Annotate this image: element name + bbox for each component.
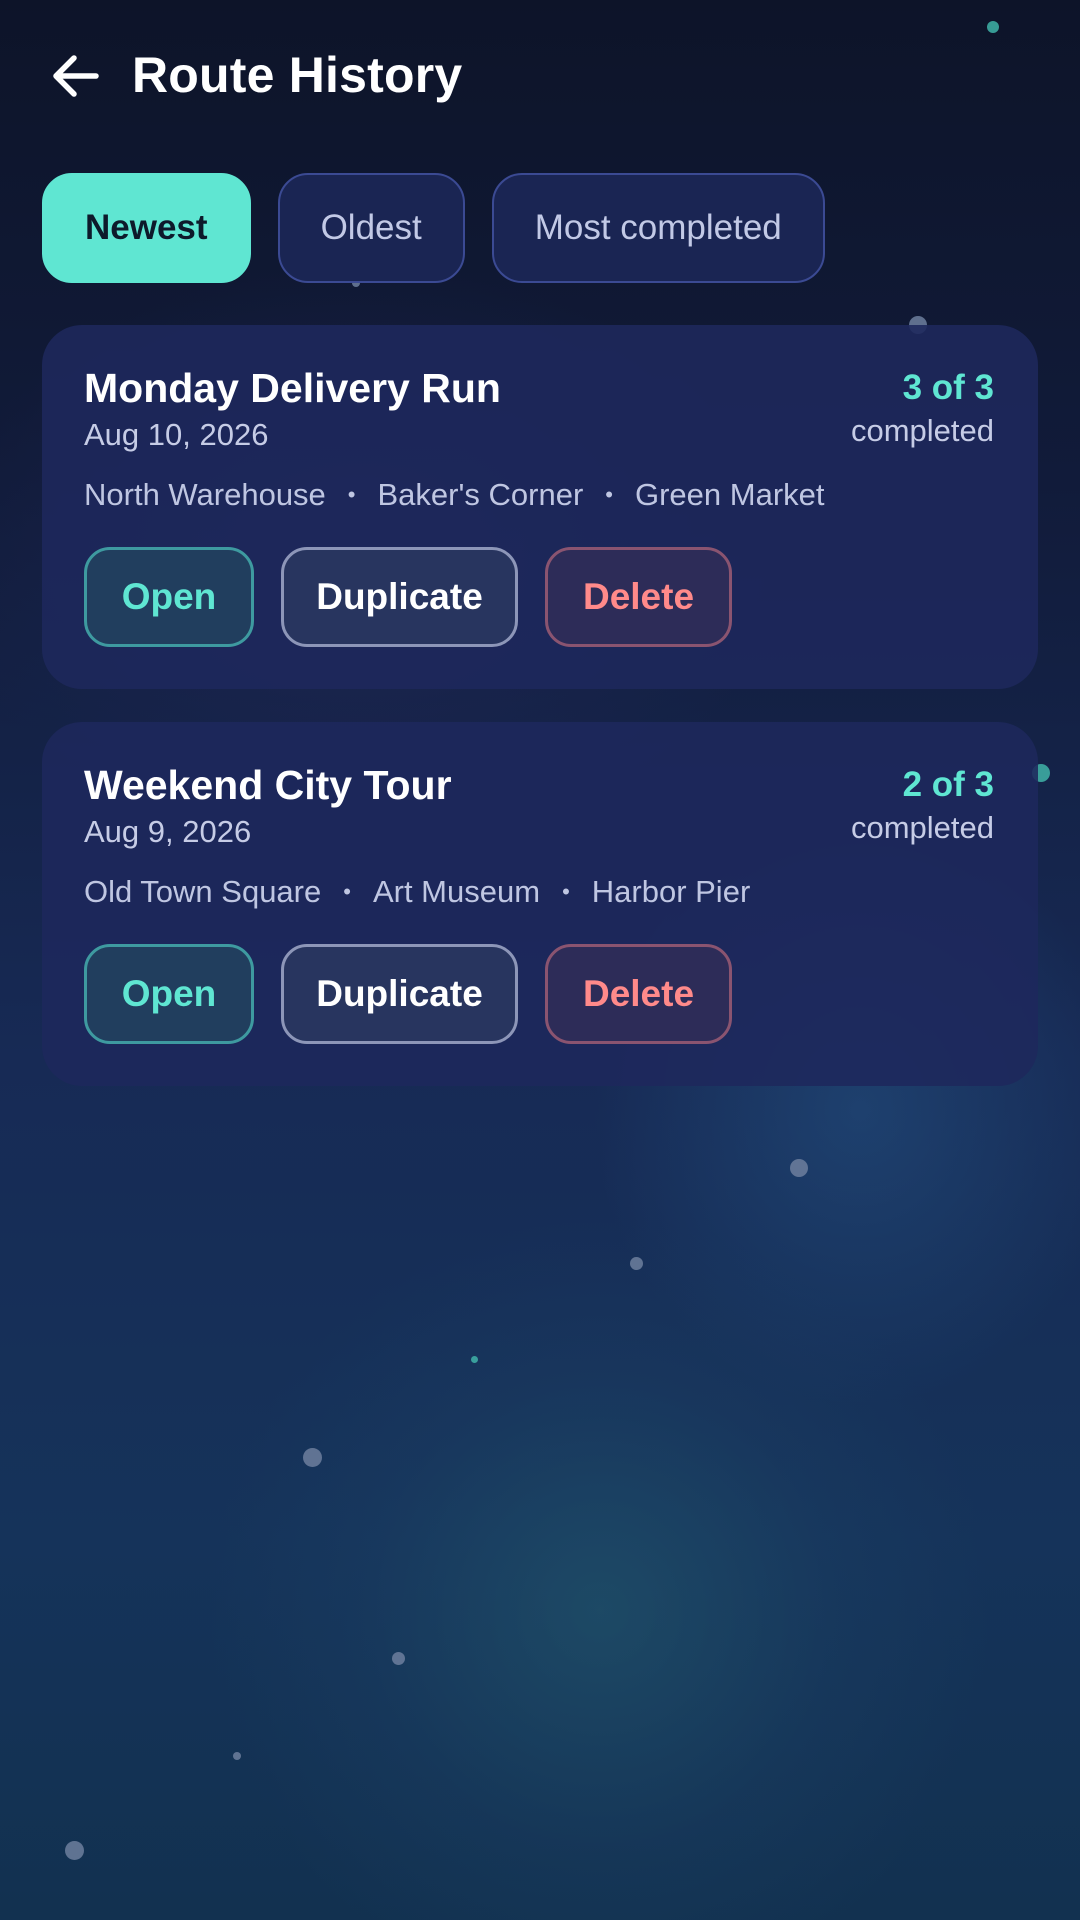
route-actions: Open Duplicate Delete	[84, 547, 732, 647]
sort-chip-most-completed[interactable]: Most completed	[491, 173, 825, 283]
completion-count: 3 of 3	[902, 368, 994, 407]
page-title: Route History	[132, 47, 463, 103]
route-stops: Old Town Square • Art Museum • Harbor Pi…	[84, 874, 750, 910]
route-name: Weekend City Tour	[84, 762, 452, 808]
route-actions: Open Duplicate Delete	[84, 944, 732, 1044]
stop-name: Old Town Square	[84, 874, 322, 909]
background-dot	[630, 1257, 643, 1270]
delete-button[interactable]: Delete	[545, 944, 732, 1044]
background-dot	[471, 1356, 478, 1363]
duplicate-button[interactable]: Duplicate	[281, 944, 518, 1044]
route-card: Weekend City Tour Aug 9, 2026 2 of 3 com…	[42, 722, 1038, 1086]
route-date: Aug 10, 2026	[84, 417, 269, 452]
separator-dot: •	[562, 879, 570, 904]
sort-chip-oldest[interactable]: Oldest	[277, 173, 465, 283]
separator-dot: •	[347, 482, 356, 507]
route-name: Monday Delivery Run	[84, 365, 501, 411]
route-date: Aug 9, 2026	[84, 814, 252, 849]
completion-count: 2 of 3	[902, 765, 994, 804]
route-stops: North Warehouse • Baker's Corner • Green…	[84, 477, 825, 513]
completion-label: completed	[850, 810, 994, 845]
separator-dot: •	[605, 482, 613, 507]
stop-name: Harbor Pier	[591, 874, 751, 909]
delete-button[interactable]: Delete	[545, 547, 732, 647]
duplicate-button[interactable]: Duplicate	[281, 547, 518, 647]
separator-dot: •	[343, 879, 351, 904]
stop-name: Baker's Corner	[377, 477, 584, 512]
background-dot	[392, 1652, 405, 1665]
stop-name: North Warehouse	[84, 477, 326, 512]
stop-name: Green Market	[634, 477, 825, 512]
open-button[interactable]: Open	[84, 944, 254, 1044]
background-dot	[233, 1752, 241, 1760]
stop-name: Art Museum	[372, 874, 541, 909]
back-button[interactable]	[42, 46, 108, 106]
background-dot	[303, 1448, 322, 1467]
arrow-left-icon	[53, 55, 99, 97]
completion-label: completed	[850, 413, 994, 448]
background-dot	[65, 1841, 84, 1860]
app-header: Route History	[0, 0, 1080, 150]
sort-filter-bar: Newest Oldest Most completed	[42, 173, 825, 283]
route-card: Monday Delivery Run Aug 10, 2026 3 of 3 …	[42, 325, 1038, 689]
sort-chip-newest[interactable]: Newest	[42, 173, 251, 283]
background-dot	[790, 1159, 808, 1177]
open-button[interactable]: Open	[84, 547, 254, 647]
